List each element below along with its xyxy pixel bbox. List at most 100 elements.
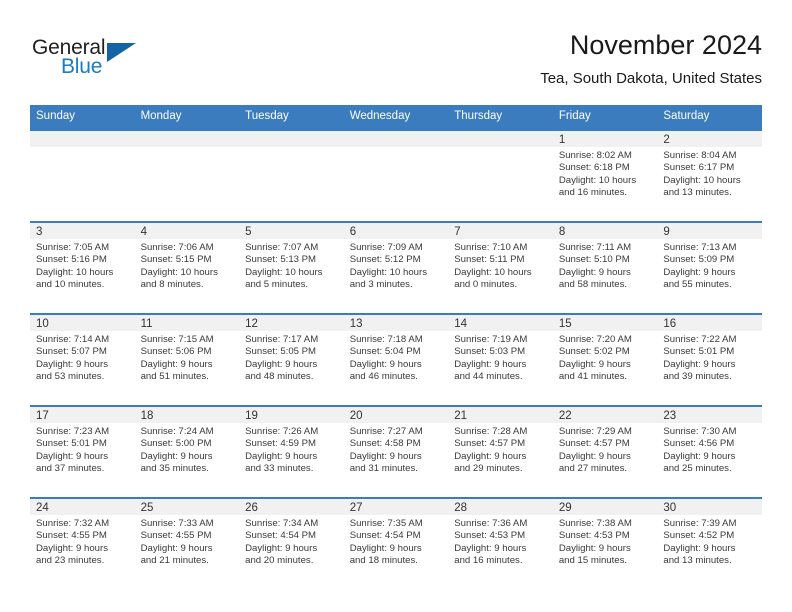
calendar-day-cell[interactable]: 8 Sunrise: 7:11 AM Sunset: 5:10 PM Daylight… (552, 221, 658, 314)
daylight-line2: and 0 minutes. (454, 279, 518, 291)
calendar-day-cell[interactable]: 18 Sunrise: 7:24 AM Sunset: 5:00 PM Dayligh… (134, 405, 240, 498)
sunrise-time: Sunrise: 7:34 AM (245, 518, 319, 529)
sunset-time: Sunset: 4:57 PM (454, 438, 526, 450)
daylight-line1: Daylight: 9 hours (454, 542, 527, 554)
daylight-line1: Daylight: 10 hours (349, 266, 428, 278)
calendar-day-cell[interactable]: 15 Sunrise: 7:20 AM Sunset: 5:02 PM Dayligh… (552, 313, 658, 406)
day-cell-details: Sunrise: 7:10 AM Sunset: 5:11 PM Daylight:… (448, 239, 553, 292)
calendar-day-cell[interactable]: 5 Sunrise: 7:07 AM Sunset: 5:13 PM Daylight… (239, 221, 344, 314)
day-number: 6 (343, 223, 449, 239)
sunrise-time: Sunrise: 7:10 AM (454, 242, 528, 253)
daylight-line2: and 21 minutes. (140, 555, 209, 567)
sunset-time: Sunset: 5:11 PM (454, 254, 525, 266)
calendar-day-cell[interactable]: 14 Sunrise: 7:19 AM Sunset: 5:03 PM Dayligh… (448, 313, 553, 406)
sunset-time: Sunset: 5:15 PM (140, 254, 212, 266)
daylight-line2: and 33 minutes. (245, 463, 314, 475)
daylight-line2: and 31 minutes. (349, 463, 418, 475)
sunset-time: Sunset: 5:06 PM (140, 346, 212, 358)
daylight-line2: and 16 minutes. (558, 187, 628, 199)
weekday-header-friday: Friday (552, 105, 658, 130)
daylight-line1: Daylight: 9 hours (663, 542, 736, 554)
calendar-day-cell (448, 129, 553, 222)
calendar-day-cell[interactable]: 16 Sunrise: 7:22 AM Sunset: 5:01 PM Dayligh… (657, 313, 762, 406)
calendar-page: General Blue November 2024 Tea, South Da… (0, 0, 792, 612)
day-cell-details: Sunrise: 8:04 AM Sunset: 6:17 PM Daylight:… (657, 147, 762, 200)
calendar-day-cell[interactable]: 28 Sunrise: 7:36 AM Sunset: 4:53 PM Dayligh… (448, 497, 553, 589)
day-cell-inner: 21 Sunrise: 7:28 AM Sunset: 4:57 PM Dayligh… (448, 407, 553, 497)
calendar-day-cell[interactable]: 30 Sunrise: 7:39 AM Sunset: 4:52 PM Dayligh… (657, 497, 762, 589)
day-cell-inner: 8 Sunrise: 7:11 AM Sunset: 5:10 PM Daylight… (552, 223, 658, 313)
day-cell-inner: 16 Sunrise: 7:22 AM Sunset: 5:01 PM Dayligh… (657, 315, 762, 405)
daylight-line2: and 55 minutes. (663, 279, 732, 291)
day-cell-inner: 11 Sunrise: 7:15 AM Sunset: 5:06 PM Dayligh… (134, 315, 240, 405)
calendar-day-cell[interactable]: 13 Sunrise: 7:18 AM Sunset: 5:04 PM Dayligh… (343, 313, 449, 406)
day-cell-inner: 14 Sunrise: 7:19 AM Sunset: 5:03 PM Dayligh… (448, 315, 553, 405)
calendar-day-cell[interactable]: 20 Sunrise: 7:27 AM Sunset: 4:58 PM Dayligh… (343, 405, 449, 498)
calendar-day-cell[interactable]: 17 Sunrise: 7:23 AM Sunset: 5:01 PM Dayligh… (30, 405, 135, 498)
calendar-week-row: 10 Sunrise: 7:14 AM Sunset: 5:07 PM Dayligh… (30, 313, 762, 406)
calendar-day-cell[interactable]: 6 Sunrise: 7:09 AM Sunset: 5:12 PM Daylight… (343, 221, 449, 314)
calendar-day-cell[interactable]: 1 Sunrise: 8:02 AM Sunset: 6:18 PM Daylight… (552, 129, 658, 222)
generalblue-logo[interactable]: General Blue (30, 36, 170, 88)
sunset-time: Sunset: 4:55 PM (36, 530, 107, 542)
day-cell-details: Sunrise: 7:09 AM Sunset: 5:12 PM Daylight:… (344, 239, 449, 292)
day-cell-inner: 5 Sunrise: 7:07 AM Sunset: 5:13 PM Daylight… (239, 223, 344, 313)
calendar-day-cell[interactable]: 24 Sunrise: 7:32 AM Sunset: 4:55 PM Dayligh… (30, 497, 135, 589)
day-cell-details: Sunrise: 7:29 AM Sunset: 4:57 PM Daylight:… (553, 423, 658, 476)
daylight-line2: and 20 minutes. (245, 555, 314, 567)
calendar-day-cell[interactable]: 22 Sunrise: 7:29 AM Sunset: 4:57 PM Dayligh… (552, 405, 658, 498)
calendar-day-cell[interactable]: 4 Sunrise: 7:06 AM Sunset: 5:15 PM Daylight… (134, 221, 240, 314)
day-number: 3 (30, 223, 135, 239)
sunrise-time: Sunrise: 8:02 AM (558, 150, 632, 161)
daylight-line2: and 46 minutes. (349, 371, 418, 383)
calendar-day-cell[interactable]: 27 Sunrise: 7:35 AM Sunset: 4:54 PM Dayligh… (343, 497, 449, 589)
calendar-day-cell[interactable]: 25 Sunrise: 7:33 AM Sunset: 4:55 PM Dayligh… (134, 497, 240, 589)
sunrise-time: Sunrise: 7:18 AM (349, 334, 423, 345)
day-cell-details: Sunrise: 7:20 AM Sunset: 5:02 PM Daylight:… (553, 331, 658, 384)
day-cell-inner: 2 Sunrise: 8:04 AM Sunset: 6:17 PM Daylight… (657, 131, 762, 221)
day-cell-inner: 26 Sunrise: 7:34 AM Sunset: 4:54 PM Dayligh… (239, 499, 344, 589)
calendar-day-cell[interactable]: 29 Sunrise: 7:38 AM Sunset: 4:53 PM Dayligh… (552, 497, 658, 589)
calendar-day-cell[interactable]: 7 Sunrise: 7:10 AM Sunset: 5:11 PM Daylight… (448, 221, 553, 314)
sunrise-time: Sunrise: 7:22 AM (663, 334, 737, 345)
daylight-line2: and 23 minutes. (36, 555, 105, 567)
day-cell-details: Sunrise: 7:35 AM Sunset: 4:54 PM Daylight:… (344, 515, 449, 568)
day-number: 23 (657, 407, 762, 423)
calendar-day-cell[interactable]: 2 Sunrise: 8:04 AM Sunset: 6:17 PM Daylight… (657, 129, 762, 222)
day-cell-details: Sunrise: 7:15 AM Sunset: 5:06 PM Daylight:… (135, 331, 240, 384)
daylight-line2: and 29 minutes. (454, 463, 523, 475)
day-cell-inner: 30 Sunrise: 7:39 AM Sunset: 4:52 PM Dayligh… (657, 499, 762, 589)
calendar-day-cell[interactable]: 10 Sunrise: 7:14 AM Sunset: 5:07 PM Dayligh… (30, 313, 135, 406)
day-number: 4 (134, 223, 240, 239)
day-number: 17 (30, 407, 135, 423)
day-cell-details: Sunrise: 8:02 AM Sunset: 6:18 PM Daylight:… (553, 147, 658, 200)
day-cell-inner (343, 131, 449, 221)
sunrise-sunset-calendar: Sunday Monday Tuesday Wednesday Thursday… (30, 105, 762, 589)
day-cell-inner: 7 Sunrise: 7:10 AM Sunset: 5:11 PM Daylight… (448, 223, 553, 313)
sunset-time: Sunset: 5:12 PM (349, 254, 421, 266)
weekday-header-wednesday: Wednesday (343, 105, 449, 130)
sunset-time: Sunset: 5:05 PM (245, 346, 317, 358)
day-number: 12 (239, 315, 344, 331)
sunrise-time: Sunrise: 7:36 AM (454, 518, 528, 529)
day-cell-inner: 29 Sunrise: 7:38 AM Sunset: 4:53 PM Dayligh… (552, 499, 658, 589)
day-number: 28 (448, 499, 553, 515)
day-number: 16 (657, 315, 762, 331)
day-cell-details: Sunrise: 7:38 AM Sunset: 4:53 PM Daylight:… (553, 515, 658, 568)
daylight-line2: and 8 minutes. (140, 279, 204, 291)
calendar-day-cell[interactable]: 26 Sunrise: 7:34 AM Sunset: 4:54 PM Dayligh… (239, 497, 344, 589)
calendar-day-cell[interactable]: 11 Sunrise: 7:15 AM Sunset: 5:06 PM Dayligh… (134, 313, 240, 406)
sunrise-time: Sunrise: 7:14 AM (36, 334, 110, 345)
sunset-time: Sunset: 5:00 PM (140, 438, 212, 450)
calendar-day-cell[interactable]: 21 Sunrise: 7:28 AM Sunset: 4:57 PM Dayligh… (448, 405, 553, 498)
calendar-week-row: 1 Sunrise: 8:02 AM Sunset: 6:18 PM Daylight… (30, 129, 762, 222)
page-header: General Blue November 2024 Tea, South Da… (30, 28, 762, 98)
calendar-day-cell[interactable]: 12 Sunrise: 7:17 AM Sunset: 5:05 PM Dayligh… (239, 313, 344, 406)
calendar-day-cell[interactable]: 23 Sunrise: 7:30 AM Sunset: 4:56 PM Dayligh… (657, 405, 762, 498)
daylight-line2: and 5 minutes. (245, 279, 309, 291)
calendar-day-cell[interactable]: 9 Sunrise: 7:13 AM Sunset: 5:09 PM Daylight… (657, 221, 762, 314)
day-cell-inner: 20 Sunrise: 7:27 AM Sunset: 4:58 PM Dayligh… (343, 407, 449, 497)
calendar-day-cell[interactable]: 19 Sunrise: 7:26 AM Sunset: 4:59 PM Dayligh… (239, 405, 344, 498)
calendar-day-cell[interactable]: 3 Sunrise: 7:05 AM Sunset: 5:16 PM Daylight… (30, 221, 135, 314)
daylight-line1: Daylight: 9 hours (663, 358, 736, 370)
